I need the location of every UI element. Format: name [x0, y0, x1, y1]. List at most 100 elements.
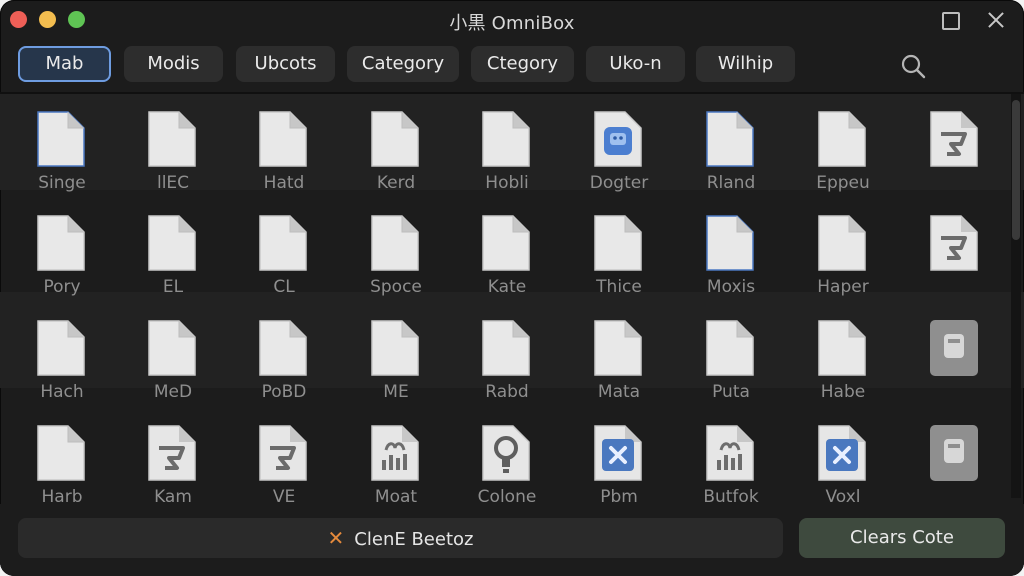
file-item[interactable]: Thice [573, 214, 665, 304]
x-icon [816, 424, 868, 482]
file-label: Haper [817, 277, 869, 297]
file-item[interactable]: Hach [16, 319, 108, 409]
file-label: Hatd [263, 173, 305, 193]
document-icon [35, 319, 87, 377]
file-item[interactable]: CL [238, 214, 330, 304]
file-item[interactable]: Kerd [350, 110, 442, 200]
bulb-icon [480, 424, 532, 482]
maximize-icon[interactable] [939, 9, 961, 31]
file-item[interactable]: Dogter [573, 110, 665, 200]
file-item[interactable]: Kate [461, 214, 553, 304]
category-tabs: Mab Modis Ubcots Category Ctegory Uko-n … [0, 46, 1024, 84]
document-icon [146, 110, 198, 168]
file-item[interactable]: Eppeu [797, 110, 889, 200]
file-item[interactable]: VE [238, 424, 330, 514]
file-item[interactable]: Kam [127, 424, 219, 514]
tab-category[interactable]: Category [347, 46, 459, 82]
file-item[interactable]: Rabd [461, 319, 553, 409]
file-item[interactable]: Puta [685, 319, 777, 409]
document-icon [592, 319, 644, 377]
file-label: Spoce [370, 277, 422, 297]
image-icon [928, 110, 980, 168]
tab-wilhip[interactable]: Wilhip [696, 46, 795, 82]
image-icon [928, 214, 980, 272]
file-label: Kerd [376, 173, 416, 193]
file-item[interactable]: Colone [461, 424, 553, 514]
document-icon [592, 214, 644, 272]
file-item[interactable]: Pory [16, 214, 108, 304]
file-item[interactable]: Habe [797, 319, 889, 409]
clear-filter-button[interactable]: ✕ ClenE Beetoz [18, 518, 783, 558]
file-item[interactable] [909, 424, 1001, 514]
file-item[interactable]: llEC [127, 110, 219, 200]
file-item[interactable]: Hobli [461, 110, 553, 200]
file-label: Harb [41, 487, 83, 507]
file-label: Voxl [825, 487, 861, 507]
x-icon [592, 424, 644, 482]
file-label: Pbm [600, 487, 638, 507]
file-item[interactable]: Spoce [350, 214, 442, 304]
file-item[interactable]: Moxis [685, 214, 777, 304]
file-item[interactable] [909, 319, 1001, 409]
search-icon[interactable] [900, 53, 926, 79]
file-item[interactable]: Moat [350, 424, 442, 514]
file-item[interactable] [909, 110, 1001, 200]
document-icon [257, 110, 309, 168]
file-item[interactable] [909, 214, 1001, 304]
file-label: Colone [477, 487, 537, 507]
file-label: Puta [712, 382, 750, 402]
file-item[interactable]: Mata [573, 319, 665, 409]
tab-mab[interactable]: Mab [18, 46, 111, 82]
file-item[interactable]: Pbm [573, 424, 665, 514]
file-label: Rabd [485, 382, 529, 402]
file-label: Moxis [706, 277, 756, 297]
file-item[interactable]: Singe [16, 110, 108, 200]
robot-icon [592, 110, 644, 168]
file-item[interactable]: Rland [685, 110, 777, 200]
file-label: EL [162, 277, 184, 297]
document-icon [480, 110, 532, 168]
document-icon [369, 319, 421, 377]
document-icon [816, 214, 868, 272]
file-item[interactable]: EL [127, 214, 219, 304]
file-item[interactable]: Haper [797, 214, 889, 304]
document-icon [35, 424, 87, 482]
chart-icon [369, 424, 421, 482]
tab-modis[interactable]: Modis [124, 46, 223, 82]
file-item[interactable]: PoBD [238, 319, 330, 409]
close-icon[interactable] [985, 9, 1007, 31]
document-icon [369, 214, 421, 272]
document-icon [480, 319, 532, 377]
file-label: Thice [596, 277, 642, 297]
scrollbar-thumb[interactable] [1012, 100, 1020, 240]
file-item[interactable]: ME [350, 319, 442, 409]
tab-uko-n[interactable]: Uko-n [586, 46, 685, 82]
document-icon [816, 319, 868, 377]
file-label: Pory [43, 277, 81, 297]
file-item[interactable]: Voxl [797, 424, 889, 514]
file-label: Mata [597, 382, 641, 402]
document-icon [257, 214, 309, 272]
file-label: MeD [153, 382, 193, 402]
document-icon [146, 214, 198, 272]
file-label: Kam [154, 487, 192, 507]
file-item[interactable]: MeD [127, 319, 219, 409]
file-label: Singe [38, 173, 86, 193]
file-item[interactable]: Butfok [685, 424, 777, 514]
tab-ubcots[interactable]: Ubcots [236, 46, 335, 82]
document-icon [704, 110, 756, 168]
file-label: PoBD [261, 382, 307, 402]
document-icon [704, 319, 756, 377]
file-label: Butfok [703, 487, 759, 507]
file-item[interactable]: Hatd [238, 110, 330, 200]
file-item[interactable]: Harb [16, 424, 108, 514]
omnibox-window: 小黒 OmniBox Mab Modis Ubcots Category Cte… [0, 0, 1024, 576]
primary-action-button[interactable]: Clears Cote [799, 518, 1005, 558]
image-icon [146, 424, 198, 482]
x-icon: ✕ [327, 526, 345, 550]
card-icon [928, 424, 980, 482]
tab-ctegory[interactable]: Ctegory [471, 46, 574, 82]
card-icon [928, 319, 980, 377]
document-icon [35, 110, 87, 168]
file-label: Moat [374, 487, 418, 507]
